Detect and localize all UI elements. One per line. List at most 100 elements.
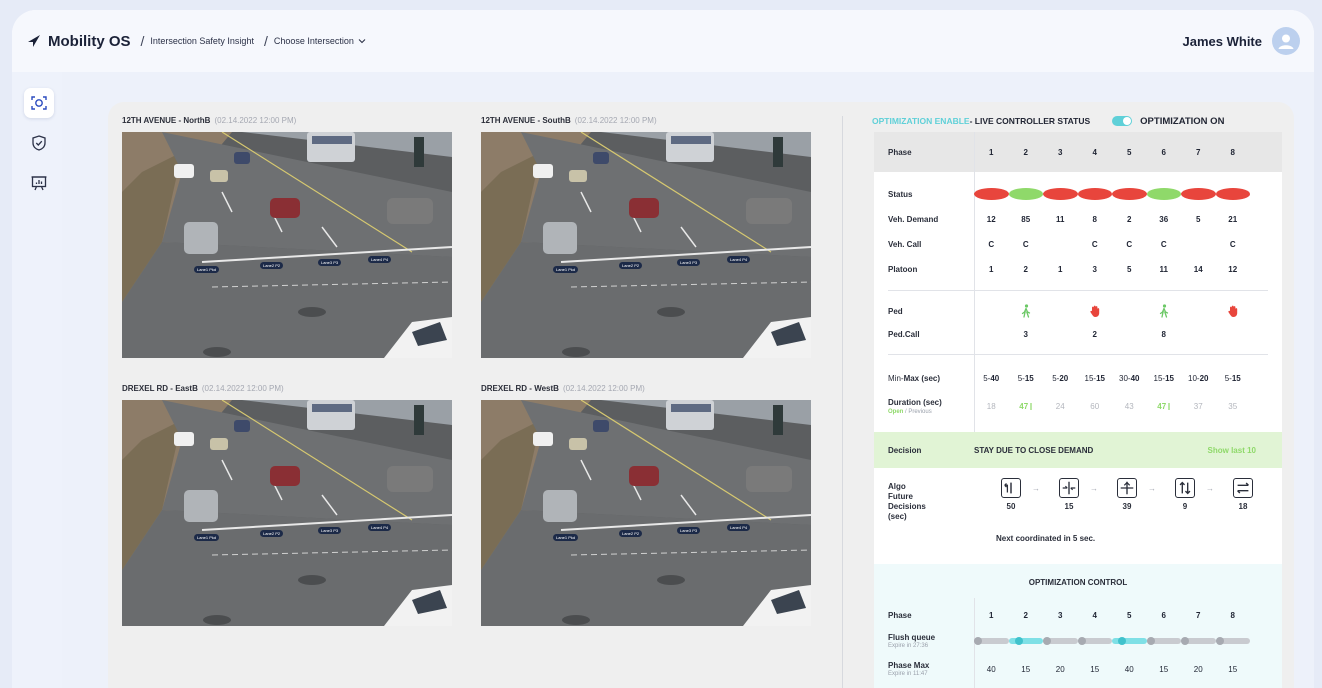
opt-phase-row: Phase 1 2 3 4 5 6 7 8 — [874, 608, 1282, 622]
decision-value: STAY DUE TO CLOSE DEMAND — [974, 445, 1094, 455]
flush-queue-toggle[interactable] — [1043, 637, 1078, 645]
optimization-toggle[interactable] — [1112, 116, 1133, 126]
min-max-value: 5- 20 — [1043, 374, 1078, 383]
opt-phase-number: 2 — [1023, 610, 1028, 620]
algo-steps: 50 → 15 → 39 → 9 → 18 — [996, 478, 1268, 518]
status-cell — [1112, 188, 1147, 200]
algo-step-seconds: 18 — [1238, 502, 1248, 511]
camera-name: DREXEL RD - EastB — [122, 384, 198, 393]
duration-previous-value: 35 — [1228, 401, 1238, 411]
phase-max-value: 15 — [1228, 664, 1238, 674]
min-max-value: 10- 20 — [1181, 374, 1216, 383]
show-last-10-link[interactable]: Show last 10 — [1208, 446, 1256, 455]
opt-phase-number: 5 — [1127, 610, 1132, 620]
arrow-right-icon: → — [1148, 484, 1156, 493]
platoon-value: 5 — [1127, 264, 1132, 274]
sidebar-item-safety[interactable] — [24, 128, 54, 158]
brand-logo[interactable]: Mobility OS — [26, 33, 131, 50]
camera-feed[interactable]: Lane1 Pkd Lane2 P2 Lane3 P3 Lane4 P4 — [481, 400, 811, 626]
camera-feed[interactable]: Lane1 Pkd Lane2 P2 Lane3 P3 Lane4 P4 — [481, 132, 811, 358]
row-divider — [888, 354, 1268, 355]
lane-label: Lane3 P3 — [318, 259, 342, 266]
user-menu[interactable]: James White — [1183, 27, 1300, 55]
phase-max-value: 20 — [1055, 664, 1065, 674]
flush-queue-toggle[interactable] — [974, 637, 1009, 645]
up-down-arrows-icon — [1179, 481, 1191, 495]
sidebar-item-reports[interactable] — [24, 168, 54, 198]
algo-step-seconds: 50 — [1006, 502, 1016, 511]
lane-label: Lane1 Pkd — [553, 266, 579, 273]
camera-feed[interactable]: Lane1 Pkd Lane2 P2 Lane3 P3 Lane4 P4 — [122, 132, 452, 358]
sidebar-item-camera[interactable] — [24, 88, 54, 118]
flush-queue-toggle-cell — [1077, 637, 1112, 645]
min-max-label-prefix: Min- — [888, 373, 904, 383]
duration-previous-value: 18 — [986, 401, 996, 411]
lane-label: Lane2 P2 — [619, 262, 643, 269]
ped-cell — [1009, 304, 1044, 318]
platoon-value: 12 — [1228, 264, 1238, 274]
optimization-enable-label: OPTIMIZATION ENABLE — [872, 116, 970, 126]
platoon-value: 1 — [1058, 264, 1063, 274]
cross-turn-icon — [1062, 481, 1076, 495]
brand-arrow-icon — [28, 35, 40, 47]
lane-label: Lane4 P4 — [368, 256, 392, 263]
veh-call-label: Veh. Call — [888, 239, 922, 249]
flush-queue-toggle[interactable] — [1215, 637, 1250, 645]
platoon-value: 1 — [989, 264, 994, 274]
flush-queue-toggle-cell — [974, 637, 1009, 645]
status-red-dot — [1112, 188, 1147, 200]
lane-label: Lane2 P2 — [619, 530, 643, 537]
duration-cells: 18 47 24 60 43 47 37 35 — [974, 402, 1282, 411]
camera-title: DREXEL RD - WestB (02.14.2022 12:00 PM) — [481, 384, 645, 393]
status-red-dot — [1215, 188, 1250, 200]
lane-label: Lane2 P2 — [260, 262, 284, 269]
max-value: 15 — [1165, 373, 1174, 383]
choose-intersection-dropdown[interactable]: Choose Intersection — [274, 36, 366, 46]
user-avatar-icon — [1278, 34, 1294, 49]
phase-number: 2 — [1023, 147, 1028, 157]
camera-feed[interactable]: Lane1 Pkd Lane2 P2 Lane3 P3 Lane4 P4 — [122, 400, 452, 626]
ped-cell — [1216, 304, 1251, 318]
sidebar — [12, 72, 62, 688]
ped-cell — [1043, 304, 1078, 318]
flush-queue-toggle[interactable] — [1077, 637, 1112, 645]
flush-queue-toggle[interactable] — [1181, 637, 1216, 645]
breadcrumb-safety-insight[interactable]: Intersection Safety Insight — [150, 36, 254, 46]
phase-max-row: Phase Max Expire in 11:47 40 15 20 15 40 15 20 1… — [874, 658, 1282, 680]
min-max-value: 30- 40 — [1112, 374, 1147, 383]
flush-queue-toggle[interactable] — [1008, 637, 1043, 645]
ped-cell — [974, 304, 1009, 318]
veh-demand-value: 5 — [1196, 214, 1201, 224]
flush-queue-toggle-cell — [1008, 637, 1043, 645]
platoon-row: Platoon 1 2 1 3 5 11 14 12 — [874, 259, 1282, 279]
avatar[interactable] — [1272, 27, 1300, 55]
algo-label-line: (sec) — [888, 512, 907, 521]
ped-call-value — [1181, 330, 1216, 339]
platoon-value: 14 — [1193, 264, 1203, 274]
flush-queue-toggle[interactable] — [1112, 637, 1147, 645]
ped-call-cells: 3 2 8 — [974, 330, 1282, 339]
veh-call-value: C — [1126, 239, 1133, 249]
ped-call-value — [1216, 330, 1251, 339]
status-green-dot — [1146, 188, 1181, 200]
status-label: Status — [888, 189, 913, 199]
duration-open-value: 47 — [1147, 402, 1182, 411]
ped-label: Ped — [888, 306, 903, 316]
arrow-right-icon: → — [1090, 484, 1098, 493]
status-cell — [1215, 188, 1250, 200]
status-cell — [1043, 188, 1078, 200]
lane-label: Lane1 Pkd — [553, 534, 579, 541]
status-cell — [1181, 188, 1216, 200]
opt-phase-number: 7 — [1196, 610, 1201, 620]
ped-call-value: 3 — [1023, 329, 1028, 339]
camera-timestamp: (02.14.2022 12:00 PM) — [562, 384, 645, 393]
ped-cell — [1147, 304, 1182, 318]
algo-label-line: Decisions — [888, 502, 926, 511]
panel-divider — [842, 116, 843, 688]
flush-queue-toggle[interactable] — [1146, 637, 1181, 645]
veh-demand-value: 36 — [1159, 214, 1169, 224]
algo-step-seconds: 15 — [1064, 502, 1074, 511]
flush-queue-cells — [974, 637, 1282, 645]
min-max-value: 5- 15 — [1216, 374, 1251, 383]
phase-number: 1 — [989, 147, 994, 157]
